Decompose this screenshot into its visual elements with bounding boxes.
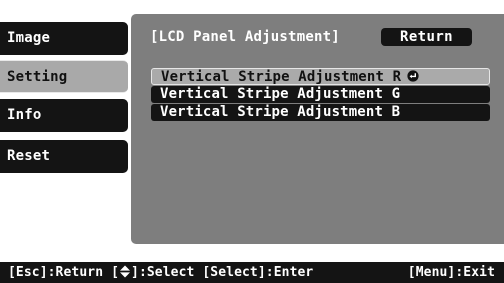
up-down-arrow-icon — [120, 265, 130, 277]
option-label: Vertical Stripe Adjustment G — [160, 86, 401, 102]
option-vertical-stripe-g[interactable]: Vertical Stripe Adjustment G — [151, 86, 490, 103]
menu-tab-label: Info — [7, 107, 42, 123]
menu-exit-hint: [Menu]:Exit — [407, 265, 495, 280]
menu-tab-reset[interactable]: Reset — [0, 140, 128, 173]
select-enter-hint: [Select]:Enter — [202, 265, 314, 280]
esc-return-hint: [Esc]:Return — [8, 265, 104, 280]
updown-select-hint: [ ]:Select — [111, 265, 195, 280]
menu-tab-label: Image — [7, 30, 51, 46]
option-label: Vertical Stripe Adjustment B — [160, 104, 401, 120]
submenu-panel — [131, 14, 504, 244]
menu-tab-image[interactable]: Image — [0, 22, 128, 55]
enter-icon — [407, 69, 419, 82]
option-label: Vertical Stripe Adjustment R — [161, 69, 402, 85]
menu-tab-setting[interactable]: Setting — [0, 60, 128, 93]
menu-tab-label: Reset — [7, 148, 51, 164]
return-button[interactable]: Return — [381, 28, 472, 46]
key-hint-bar: [Esc]:Return [ ]:Select [Select]:Enter [… — [0, 262, 504, 283]
menu-tab-label: Setting — [7, 69, 68, 85]
key-hints-left: [Esc]:Return [ ]:Select [Select]:Enter — [8, 262, 313, 283]
option-vertical-stripe-b[interactable]: Vertical Stripe Adjustment B — [151, 104, 490, 121]
projector-menu-screen: Image Setting Info Reset [LCD Panel Adju… — [0, 0, 504, 283]
option-vertical-stripe-r[interactable]: Vertical Stripe Adjustment R — [151, 68, 490, 85]
submenu-title: [LCD Panel Adjustment] — [150, 29, 340, 45]
menu-tab-info[interactable]: Info — [0, 99, 128, 132]
